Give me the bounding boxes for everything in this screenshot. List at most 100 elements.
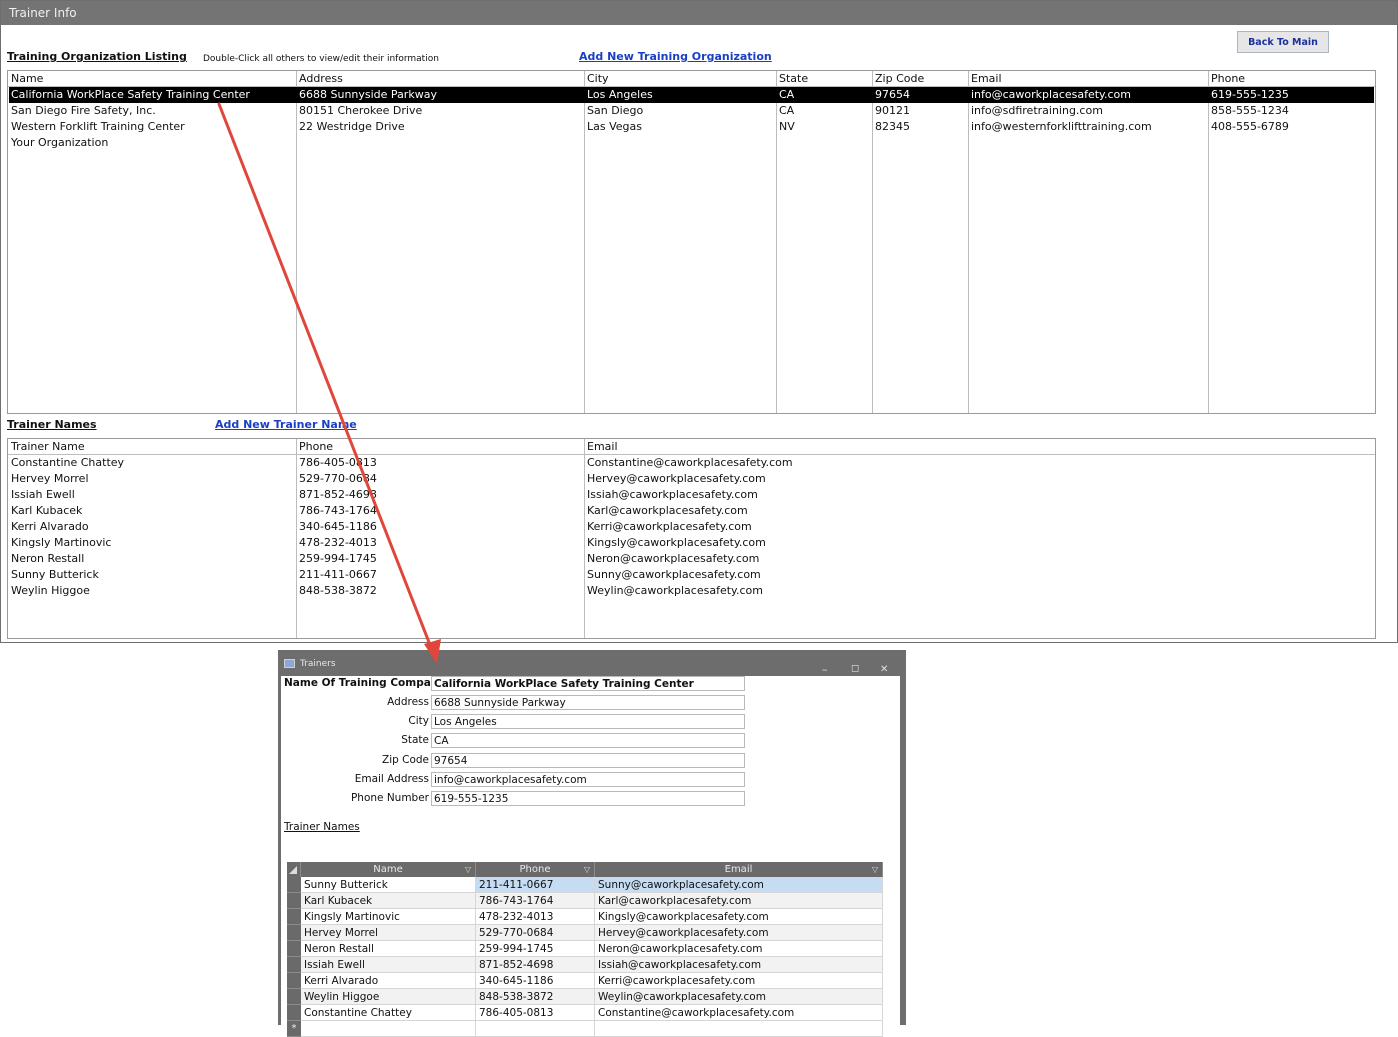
grid-cell[interactable]: Constantine Chattey: [301, 1005, 476, 1021]
org-cell[interactable]: CA: [779, 87, 869, 103]
record-selector[interactable]: [287, 989, 301, 1005]
org-cell[interactable]: 97654: [875, 87, 965, 103]
dialog-title-bar[interactable]: Trainers – ◻ ✕: [278, 650, 906, 676]
company-name-field[interactable]: California WorkPlace Safety Training Cen…: [431, 676, 745, 691]
org-name-cell[interactable]: Your Organization: [11, 135, 293, 151]
back-to-main-button[interactable]: Back To Main: [1237, 31, 1329, 53]
add-new-trainer-link[interactable]: Add New Trainer Name: [215, 418, 357, 431]
trainer-cell[interactable]: 529-770-0684: [299, 471, 377, 487]
grid-cell[interactable]: 259-994-1745: [476, 941, 595, 957]
phone-number-field[interactable]: 619-555-1235: [431, 791, 745, 806]
org-cell[interactable]: Las Vegas: [587, 119, 773, 135]
grid-cell[interactable]: Constantine@caworkplacesafety.com: [595, 1005, 883, 1021]
record-selector[interactable]: [287, 877, 301, 893]
trainer-name-cell[interactable]: Neron Restall: [11, 551, 84, 567]
grid-cell-empty[interactable]: [476, 1021, 595, 1037]
grid-cell[interactable]: Kingsly Martinovic: [301, 909, 476, 925]
grid-cell[interactable]: Weylin Higgoe: [301, 989, 476, 1005]
trainer-name-cell[interactable]: Sunny Butterick: [11, 567, 99, 583]
org-name-cell[interactable]: California WorkPlace Safety Training Cen…: [11, 87, 293, 103]
grid-cell[interactable]: Karl@caworkplacesafety.com: [595, 893, 883, 909]
add-new-organization-link[interactable]: Add New Training Organization: [579, 50, 772, 63]
grid-cell[interactable]: Kerri@caworkplacesafety.com: [595, 973, 883, 989]
grid-column-header[interactable]: Phone ▽: [476, 862, 595, 877]
new-record-row[interactable]: *: [287, 1021, 885, 1037]
grid-column-header[interactable]: Name ▽: [301, 862, 476, 877]
org-cell[interactable]: 82345: [875, 119, 965, 135]
grid-cell-empty[interactable]: [595, 1021, 883, 1037]
table-row[interactable]: Weylin Higgoe 848-538-3872 Weylin@caworkpl…: [287, 989, 885, 1005]
grid-cell[interactable]: Hervey Morrel: [301, 925, 476, 941]
grid-cell[interactable]: 871-852-4698: [476, 957, 595, 973]
org-cell[interactable]: 6688 Sunnyside Parkway: [299, 87, 581, 103]
trainer-name-cell[interactable]: Kerri Alvarado: [11, 519, 89, 535]
org-cell[interactable]: 858-555-1234: [1211, 103, 1371, 119]
address-field[interactable]: 6688 Sunnyside Parkway: [431, 695, 745, 710]
table-row[interactable]: Kerri Alvarado 340-645-1186 Kerri@caworkpl…: [287, 973, 885, 989]
grid-cell[interactable]: Hervey@caworkplacesafety.com: [595, 925, 883, 941]
sort-dropdown-icon[interactable]: ▽: [872, 862, 878, 877]
org-name-cell[interactable]: San Diego Fire Safety, Inc.: [11, 103, 293, 119]
trainer-cell[interactable]: 259-994-1745: [299, 551, 377, 567]
grid-cell[interactable]: Kingsly@caworkplacesafety.com: [595, 909, 883, 925]
new-record-marker[interactable]: *: [287, 1021, 301, 1037]
org-name-cell[interactable]: Western Forklift Training Center: [11, 119, 293, 135]
grid-cell[interactable]: 848-538-3872: [476, 989, 595, 1005]
grid-cell[interactable]: 211-411-0667: [476, 877, 595, 893]
grid-cell[interactable]: Neron@caworkplacesafety.com: [595, 941, 883, 957]
zip-code-field[interactable]: 97654: [431, 753, 745, 768]
grid-cell[interactable]: Issiah@caworkplacesafety.com: [595, 957, 883, 973]
record-selector[interactable]: [287, 973, 301, 989]
trainer-name-cell[interactable]: Constantine Chattey: [11, 455, 124, 471]
record-selector[interactable]: [287, 957, 301, 973]
trainer-cell[interactable]: 786-743-1764: [299, 503, 377, 519]
grid-cell[interactable]: 478-232-4013: [476, 909, 595, 925]
grid-cell[interactable]: Karl Kubacek: [301, 893, 476, 909]
trainer-name-cell[interactable]: Hervey Morrel: [11, 471, 89, 487]
grid-cell[interactable]: Issiah Ewell: [301, 957, 476, 973]
trainer-cell[interactable]: 848-538-3872: [299, 583, 377, 599]
trainer-cell[interactable]: 871-852-4698: [299, 487, 377, 503]
trainer-cell[interactable]: 478-232-4013: [299, 535, 377, 551]
trainer-listbox[interactable]: Trainer Name Phone Email Constantine Chatte…: [7, 438, 1376, 639]
city-field[interactable]: Los Angeles: [431, 714, 745, 729]
org-cell[interactable]: 80151 Cherokee Drive: [299, 103, 581, 119]
grid-cell[interactable]: Sunny Butterick: [301, 877, 476, 893]
org-cell[interactable]: info@caworkplacesafety.com: [971, 87, 1205, 103]
org-cell[interactable]: 22 Westridge Drive: [299, 119, 581, 135]
org-cell[interactable]: CA: [779, 103, 869, 119]
record-selector[interactable]: [287, 925, 301, 941]
grid-cell[interactable]: 786-743-1764: [476, 893, 595, 909]
trainer-name-cell[interactable]: Kingsly Martinovic: [11, 535, 111, 551]
grid-column-header[interactable]: Email ▽: [595, 862, 883, 877]
trainer-cell[interactable]: Issiah@caworkplacesafety.com: [587, 487, 758, 503]
table-row[interactable]: Sunny Butterick 211-411-0667 Sunny@caworkp…: [287, 877, 885, 893]
sort-dropdown-icon[interactable]: ▽: [465, 862, 471, 877]
trainer-cell[interactable]: Weylin@caworkplacesafety.com: [587, 583, 763, 599]
email-address-field[interactable]: info@caworkplacesafety.com: [431, 772, 745, 787]
grid-cell[interactable]: 529-770-0684: [476, 925, 595, 941]
trainer-name-cell[interactable]: Karl Kubacek: [11, 503, 82, 519]
table-row[interactable]: Constantine Chattey 786-405-0813 Constanti…: [287, 1005, 885, 1021]
org-cell[interactable]: 90121: [875, 103, 965, 119]
trainer-cell[interactable]: Karl@caworkplacesafety.com: [587, 503, 748, 519]
table-row[interactable]: Neron Restall 259-994-1745 Neron@caworkpla…: [287, 941, 885, 957]
trainer-name-cell[interactable]: Weylin Higgoe: [11, 583, 90, 599]
trainer-name-cell[interactable]: Issiah Ewell: [11, 487, 75, 503]
org-cell[interactable]: Los Angeles: [587, 87, 773, 103]
table-row[interactable]: Issiah Ewell 871-852-4698 Issiah@caworkpla…: [287, 957, 885, 973]
select-all-corner[interactable]: [287, 862, 301, 877]
organization-listbox[interactable]: Name Address City State Zip Code Email Phone Ca…: [7, 70, 1376, 414]
trainer-cell[interactable]: Sunny@caworkplacesafety.com: [587, 567, 761, 583]
grid-cell-empty[interactable]: [301, 1021, 476, 1037]
grid-cell[interactable]: 340-645-1186: [476, 973, 595, 989]
trainer-cell[interactable]: Kerri@caworkplacesafety.com: [587, 519, 752, 535]
selected-row-highlight[interactable]: California WorkPlace Safety Training Cen…: [9, 87, 1374, 103]
trainer-cell[interactable]: 340-645-1186: [299, 519, 377, 535]
grid-cell[interactable]: Neron Restall: [301, 941, 476, 957]
org-cell[interactable]: 408-555-6789: [1211, 119, 1371, 135]
trainer-cell[interactable]: 786-405-0813: [299, 455, 377, 471]
record-selector[interactable]: [287, 893, 301, 909]
org-cell[interactable]: info@westernforklifttraining.com: [971, 119, 1205, 135]
trainer-cell[interactable]: Constantine@caworkplacesafety.com: [587, 455, 793, 471]
